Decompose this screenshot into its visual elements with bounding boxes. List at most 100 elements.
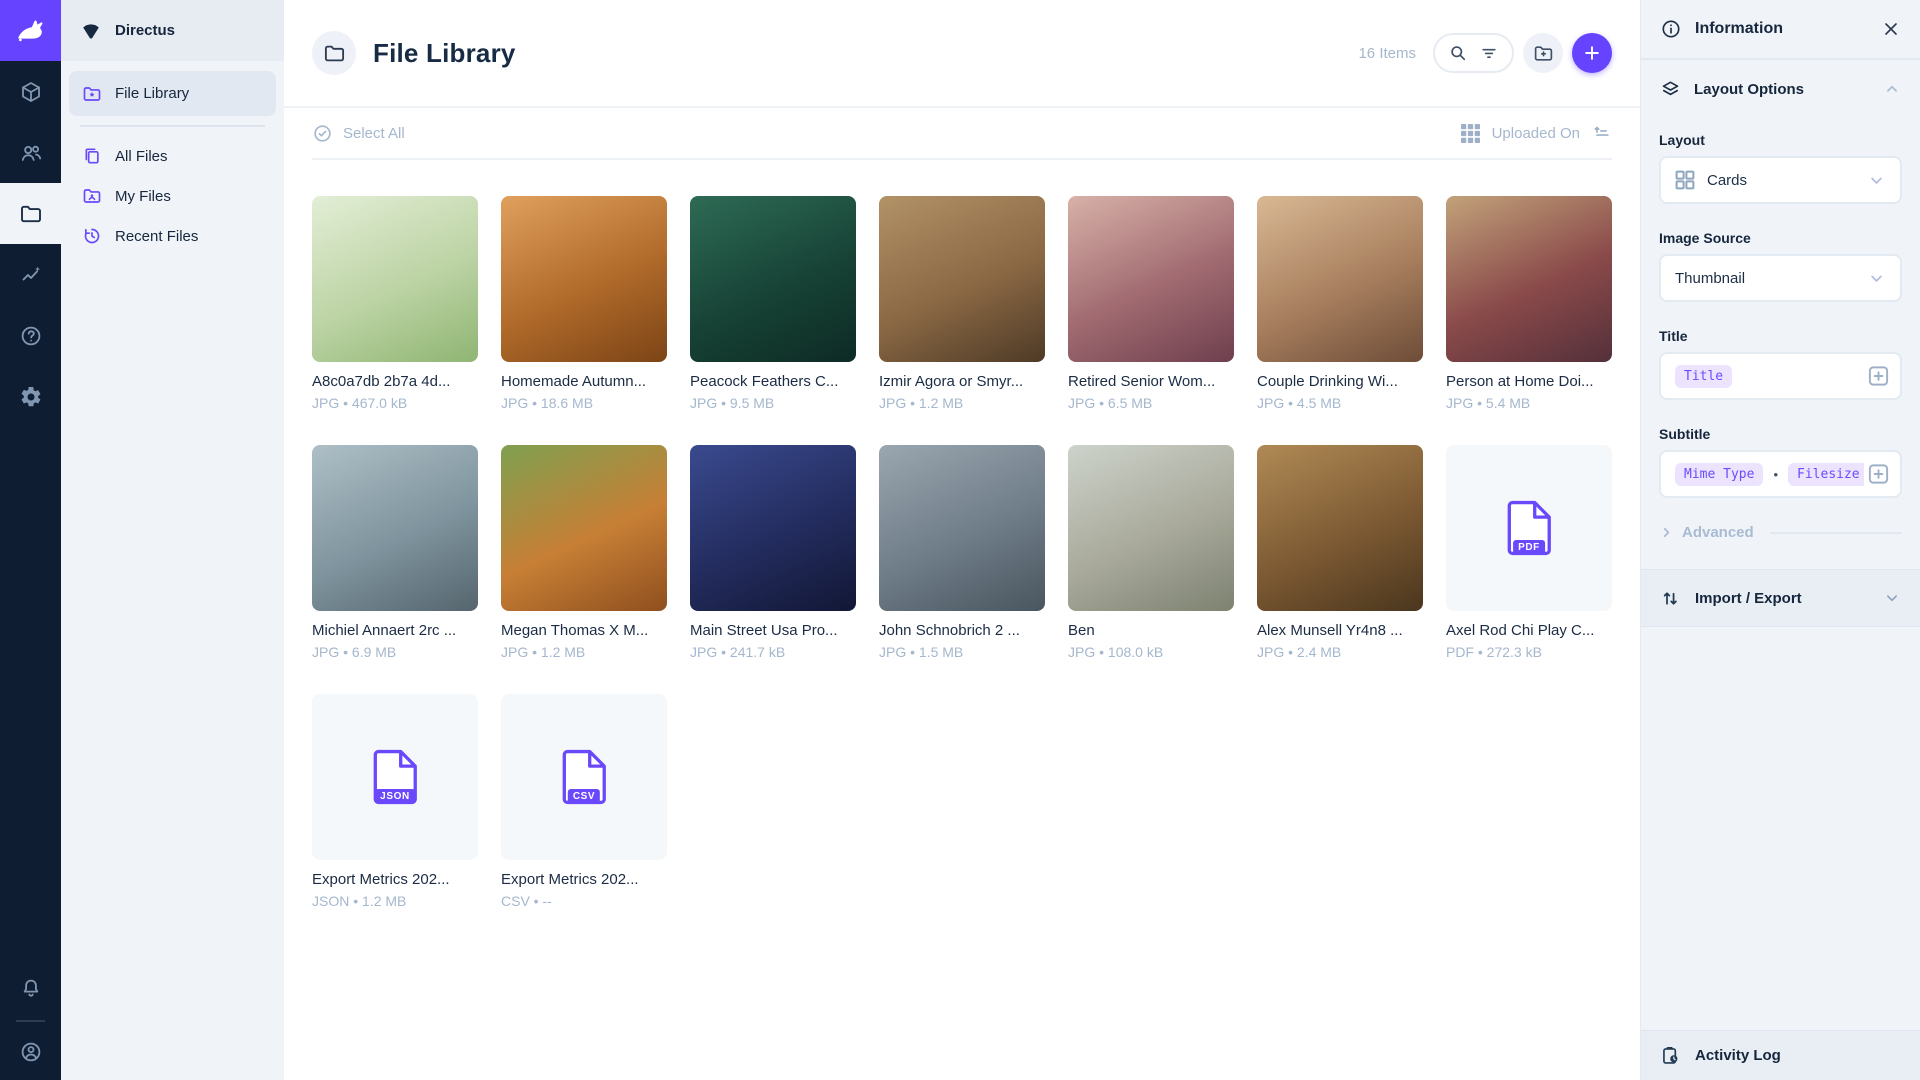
file-meta: JPG • 1.5 MB: [879, 644, 1045, 660]
file-card[interactable]: Ben JPG • 108.0 kB: [1068, 445, 1234, 660]
file-card[interactable]: Izmir Agora or Smyr... JPG • 1.2 MB: [879, 196, 1045, 411]
file-thumbnail[interactable]: [312, 445, 478, 611]
file-meta: JPG • 108.0 kB: [1068, 644, 1234, 660]
import-export-header[interactable]: Import / Export: [1641, 569, 1920, 627]
help-icon[interactable]: [0, 305, 61, 366]
layers-icon: [1660, 79, 1681, 100]
filter-icon[interactable]: [1479, 43, 1499, 63]
sort-icon[interactable]: [1592, 123, 1612, 143]
import-export-icon: [1660, 588, 1681, 609]
cards-layout-icon: [1675, 170, 1695, 190]
file-card[interactable]: Person at Home Doi... JPG • 5.4 MB: [1446, 196, 1612, 411]
file-thumbnail[interactable]: [879, 445, 1045, 611]
advanced-label: Advanced: [1682, 524, 1754, 541]
sidebar-item-recent-files[interactable]: Recent Files: [69, 216, 276, 256]
file-card[interactable]: Peacock Feathers C... JPG • 9.5 MB: [690, 196, 856, 411]
title-template-input[interactable]: Title: [1659, 352, 1902, 400]
folder-icon: [323, 42, 346, 65]
project-logo-icon: [80, 20, 102, 42]
file-thumbnail[interactable]: PDF: [1446, 445, 1612, 611]
file-thumbnail[interactable]: [690, 196, 856, 362]
check-circle-icon: [312, 123, 333, 144]
file-thumbnail[interactable]: CSV: [501, 694, 667, 860]
sort-field-button[interactable]: Uploaded On: [1492, 125, 1580, 142]
sidebar-item-label: All Files: [115, 148, 168, 165]
file-card[interactable]: Main Street Usa Pro... JPG • 241.7 kB: [690, 445, 856, 660]
add-file-button[interactable]: [1572, 33, 1612, 73]
file-thumbnail[interactable]: [879, 196, 1045, 362]
add-field-icon[interactable]: [1864, 463, 1890, 486]
copy-icon: [82, 146, 102, 166]
sidebar-item-my-files[interactable]: My Files: [69, 176, 276, 216]
insights-icon[interactable]: [0, 244, 61, 305]
file-thumbnail[interactable]: [312, 196, 478, 362]
file-thumbnail[interactable]: [1068, 445, 1234, 611]
file-meta: JPG • 18.6 MB: [501, 395, 667, 411]
file-card[interactable]: Homemade Autumn... JPG • 18.6 MB: [501, 196, 667, 411]
project-chooser[interactable]: Directus: [61, 0, 284, 61]
file-thumbnail[interactable]: [501, 196, 667, 362]
search-bar[interactable]: [1433, 33, 1514, 73]
file-thumbnail[interactable]: [1068, 196, 1234, 362]
collections-icon[interactable]: [0, 61, 61, 122]
file-meta: JPG • 467.0 kB: [312, 395, 478, 411]
activity-log-button[interactable]: Activity Log: [1641, 1030, 1920, 1080]
sidebar-item-file-library[interactable]: File Library: [69, 71, 276, 116]
search-icon[interactable]: [1448, 43, 1468, 63]
activity-log-title: Activity Log: [1695, 1047, 1781, 1064]
main-content: File Library 16 Items: [284, 0, 1640, 1080]
new-folder-button[interactable]: [1523, 33, 1563, 73]
filesize-chip[interactable]: Filesize: [1788, 463, 1869, 486]
title-field: Title Title: [1659, 328, 1902, 400]
chevron-up-icon: [1883, 80, 1901, 98]
directus-logo[interactable]: [0, 0, 61, 61]
subtitle-template-input[interactable]: Mime Type • Filesize: [1659, 450, 1902, 498]
grid-view-icon[interactable]: [1461, 124, 1480, 143]
file-card[interactable]: Retired Senior Wom... JPG • 6.5 MB: [1068, 196, 1234, 411]
info-icon: [1660, 18, 1682, 40]
file-card[interactable]: John Schnobrich 2 ... JPG • 1.5 MB: [879, 445, 1045, 660]
file-title: Couple Drinking Wi...: [1257, 373, 1423, 390]
grid-wrap: A8c0a7db 2b7a 4d... JPG • 467.0 kB Homem…: [284, 160, 1640, 909]
chevron-down-icon: [1867, 171, 1886, 190]
file-card[interactable]: Alex Munsell Yr4n8 ... JPG • 2.4 MB: [1257, 445, 1423, 660]
file-library-icon[interactable]: [0, 183, 61, 244]
sidebar-nav: File Library All Files My Files Recent F…: [61, 61, 284, 266]
page-title-icon-circle[interactable]: [312, 31, 356, 75]
advanced-toggle[interactable]: Advanced: [1659, 524, 1902, 541]
file-card[interactable]: Couple Drinking Wi... JPG • 4.5 MB: [1257, 196, 1423, 411]
directus-rabbit-logo: [14, 14, 48, 48]
account-icon[interactable]: [0, 1024, 61, 1080]
file-card[interactable]: JSON Export Metrics 202... JSON • 1.2 MB: [312, 694, 478, 909]
image-source-select[interactable]: Thumbnail: [1659, 254, 1902, 302]
select-all-button[interactable]: Select All: [312, 123, 405, 144]
settings-icon[interactable]: [0, 366, 61, 427]
close-icon[interactable]: [1881, 19, 1901, 39]
layout-options-header[interactable]: Layout Options: [1641, 60, 1920, 118]
file-title: Person at Home Doi...: [1446, 373, 1612, 390]
file-thumbnail[interactable]: [501, 445, 667, 611]
user-directory-icon[interactable]: [0, 122, 61, 183]
title-chip[interactable]: Title: [1675, 365, 1732, 388]
file-card[interactable]: A8c0a7db 2b7a 4d... JPG • 467.0 kB: [312, 196, 478, 411]
file-thumbnail[interactable]: JSON: [312, 694, 478, 860]
info-panel-title: Information: [1695, 20, 1783, 38]
doc-type-badge: PDF: [1513, 540, 1545, 555]
notifications-icon[interactable]: [0, 957, 61, 1018]
sidebar-item-all-files[interactable]: All Files: [69, 136, 276, 176]
mime-type-chip[interactable]: Mime Type: [1675, 463, 1763, 486]
file-thumbnail[interactable]: [1446, 196, 1612, 362]
doc-type-badge: JSON: [375, 789, 415, 804]
file-card[interactable]: CSV Export Metrics 202... CSV • --: [501, 694, 667, 909]
file-thumbnail[interactable]: [1257, 445, 1423, 611]
file-thumbnail[interactable]: [690, 445, 856, 611]
file-card[interactable]: PDF Axel Rod Chi Play C... PDF • 272.3 k…: [1446, 445, 1612, 660]
file-thumbnail[interactable]: [1257, 196, 1423, 362]
file-card[interactable]: Megan Thomas X M... JPG • 1.2 MB: [501, 445, 667, 660]
file-title: Axel Rod Chi Play C...: [1446, 622, 1612, 639]
file-grid: A8c0a7db 2b7a 4d... JPG • 467.0 kB Homem…: [312, 196, 1612, 909]
file-card[interactable]: Michiel Annaert 2rc ... JPG • 6.9 MB: [312, 445, 478, 660]
file-title: Ben: [1068, 622, 1234, 639]
layout-select[interactable]: Cards: [1659, 156, 1902, 204]
add-field-icon[interactable]: [1864, 365, 1890, 388]
